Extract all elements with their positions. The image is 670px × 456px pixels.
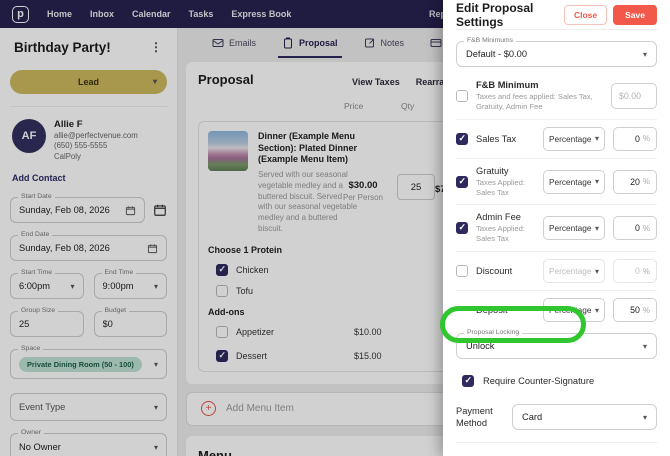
chevron-down-icon: ▾ — [642, 412, 647, 422]
sales-tax-value-input[interactable]: 0% — [613, 126, 657, 151]
discount-mode-select: Percentage ▾ — [543, 259, 605, 284]
chevron-down-icon: ▾ — [642, 49, 647, 59]
sales-tax-checkbox[interactable] — [456, 132, 468, 145]
discount-label: Discount — [476, 266, 513, 277]
fnb-minimum-subtitle: Taxes and fees applied: Sales Tax, Gratu… — [476, 92, 593, 111]
proposal-locking-value: Unlock — [466, 341, 495, 352]
gratuity-sub: Taxes Applied: Sales Tax — [476, 177, 525, 197]
edit-proposal-settings-panel: Edit Proposal Settings Close Save F&B Mi… — [443, 0, 670, 456]
proposal-locking-label: Proposal Locking — [464, 329, 523, 337]
panel-title: Edit Proposal Settings — [456, 0, 534, 29]
fnb-minimum-title: F&B Minimum — [476, 80, 539, 90]
fnb-minimum-amount-input[interactable]: $0.00 — [611, 82, 657, 109]
discount-checkbox[interactable] — [456, 265, 468, 278]
fnb-minimums-label: F&B Minimums — [464, 37, 517, 44]
chevron-down-icon: ▾ — [594, 223, 599, 233]
chevron-down-icon: ▾ — [642, 341, 647, 351]
admin-fee-sub: Taxes Applied: Sales Tax — [476, 224, 525, 244]
sales-tax-mode-select[interactable]: Percentage ▾ — [543, 126, 605, 151]
chevron-down-icon: ▾ — [594, 305, 599, 315]
deposit-value-input[interactable]: 50% — [613, 298, 657, 323]
require-counter-signature-checkbox[interactable] — [462, 375, 474, 388]
chevron-down-icon: ▾ — [594, 266, 599, 276]
close-button[interactable]: Close — [563, 4, 608, 25]
admin-fee-mode-select[interactable]: Percentage ▾ — [543, 216, 605, 241]
proposal-locking-select[interactable]: Proposal Locking Unlock ▾ — [456, 329, 657, 360]
deposit-label: Deposit — [476, 305, 508, 316]
require-counter-signature-label: Require Counter-Signature — [483, 376, 595, 387]
deposit-mode-select[interactable]: Percentage ▾ — [543, 298, 605, 323]
gratuity-value-input[interactable]: 20% — [613, 169, 657, 194]
gratuity-checkbox[interactable] — [456, 175, 468, 188]
fnb-minimums-value: Default - $0.00 — [466, 49, 527, 59]
payment-method-label: Payment Method — [456, 405, 493, 429]
app-root: p Home Inbox Calendar Tasks Express Book… — [0, 0, 670, 456]
admin-fee-checkbox[interactable] — [456, 222, 468, 235]
save-button[interactable]: Save — [613, 4, 657, 25]
policy-note: This event has a customized policy. — [456, 442, 657, 456]
payment-method-select[interactable]: Card ▾ — [512, 404, 657, 431]
gratuity-label: Gratuity — [476, 165, 509, 176]
discount-value-input: 0% — [613, 259, 657, 284]
admin-fee-value-input[interactable]: 0% — [613, 216, 657, 241]
payment-method-value: Card — [522, 412, 543, 423]
gratuity-mode-select[interactable]: Percentage ▾ — [543, 169, 605, 194]
sales-tax-label: Sales Tax — [476, 133, 517, 144]
fnb-minimums-select[interactable]: F&B Minimums Default - $0.00 ▾ — [456, 37, 657, 67]
chevron-down-icon: ▾ — [594, 134, 599, 144]
fnb-minimum-checkbox[interactable] — [456, 89, 468, 102]
admin-fee-label: Admin Fee — [476, 212, 521, 223]
chevron-down-icon: ▾ — [594, 177, 599, 187]
